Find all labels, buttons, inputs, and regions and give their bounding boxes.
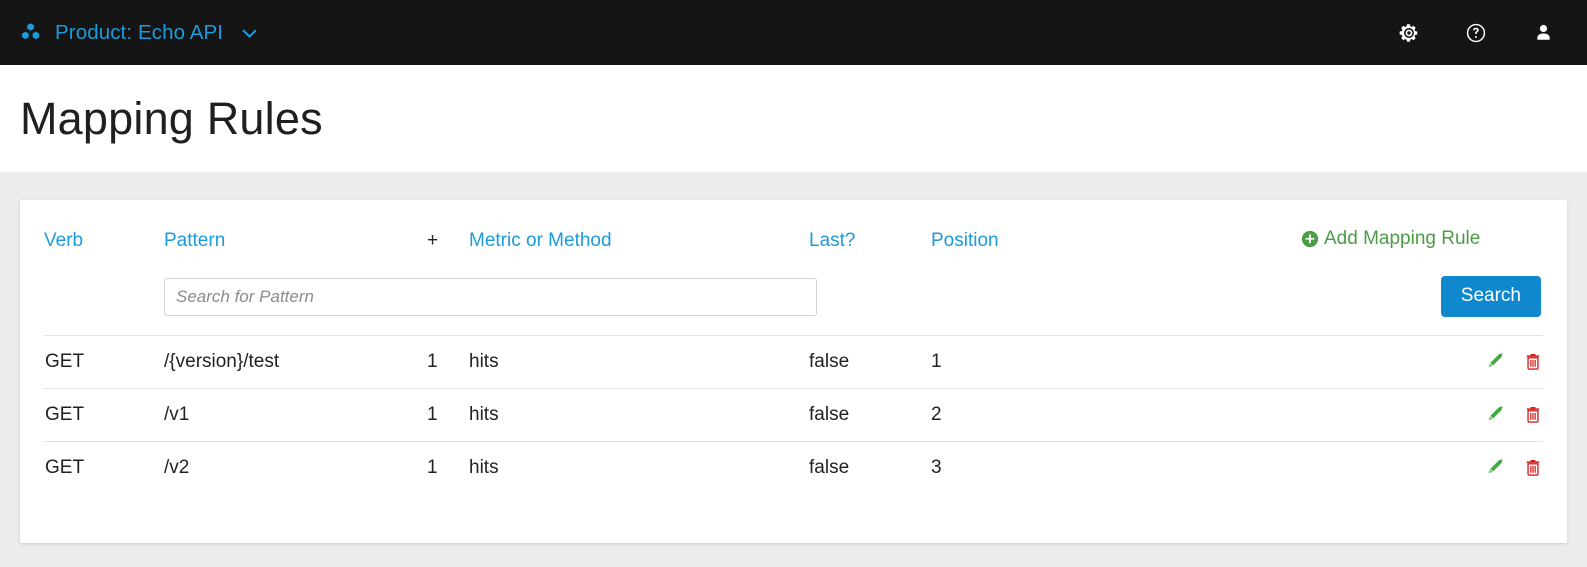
page-title: Mapping Rules [20, 96, 323, 141]
top-navigation-bar: Product: Echo API [0, 0, 1587, 65]
table-row[interactable]: GET /{version}/test 1 hits false 1 [44, 336, 1543, 389]
search-input[interactable] [164, 278, 817, 316]
cell-plus-count: 1 [427, 389, 469, 442]
cell-last: false [809, 442, 931, 495]
table-head: Verb Pattern + Metric or Method Last? Po… [44, 200, 1543, 336]
add-mapping-rule-button[interactable]: Add Mapping Rule [1301, 228, 1482, 250]
cell-verb: GET [44, 442, 164, 495]
pencil-icon[interactable] [1486, 458, 1506, 478]
plus-circle-icon [1301, 230, 1319, 248]
cell-last: false [809, 389, 931, 442]
table-row[interactable]: GET /v2 1 hits false 3 [44, 442, 1543, 495]
column-header-position[interactable]: Position [931, 200, 1301, 276]
column-header-last[interactable]: Last? [809, 200, 931, 276]
cell-plus-count: 1 [427, 336, 469, 389]
cell-plus-count: 1 [427, 442, 469, 495]
table-search-row: Search [44, 276, 1543, 336]
search-button-cell: Search [931, 276, 1543, 336]
content-area: Verb Pattern + Metric or Method Last? Po… [0, 172, 1587, 543]
column-header-metric-or-method[interactable]: Metric or Method [469, 200, 809, 276]
column-header-plus: + [427, 200, 469, 276]
chevron-down-icon [240, 24, 258, 42]
cell-verb: GET [44, 336, 164, 389]
table-row[interactable]: GET /v1 1 hits false 2 [44, 389, 1543, 442]
pencil-icon[interactable] [1486, 405, 1506, 425]
cell-pattern: /{version}/test [164, 336, 427, 389]
trash-icon[interactable] [1523, 458, 1543, 478]
page-title-band: Mapping Rules [0, 65, 1587, 172]
product-selector-label: Product: Echo API [55, 21, 223, 45]
cell-metric-or-method: hits [469, 442, 809, 495]
search-row-spacer [44, 276, 164, 336]
gear-icon[interactable] [1397, 21, 1421, 45]
pencil-icon[interactable] [1486, 352, 1506, 372]
column-header-actions: Add Mapping Rule [1301, 200, 1543, 276]
search-button[interactable]: Search [1441, 276, 1541, 317]
cell-metric-or-method: hits [469, 336, 809, 389]
column-header-pattern[interactable]: Pattern [164, 200, 427, 276]
trash-icon[interactable] [1523, 352, 1543, 372]
cell-position: 1 [931, 336, 1301, 389]
cubes-icon [18, 20, 44, 46]
user-icon[interactable] [1531, 21, 1555, 45]
table-header-row: Verb Pattern + Metric or Method Last? Po… [44, 200, 1543, 276]
cell-last: false [809, 336, 931, 389]
cell-actions [1301, 336, 1543, 389]
cell-actions [1301, 442, 1543, 495]
cell-metric-or-method: hits [469, 389, 809, 442]
cell-pattern: /v1 [164, 389, 427, 442]
trash-icon[interactable] [1523, 405, 1543, 425]
cell-pattern: /v2 [164, 442, 427, 495]
cell-actions [1301, 389, 1543, 442]
mapping-rules-table: Verb Pattern + Metric or Method Last? Po… [44, 200, 1543, 494]
table-body: GET /{version}/test 1 hits false 1 [44, 336, 1543, 495]
cell-position: 3 [931, 442, 1301, 495]
top-nav-actions [1397, 21, 1565, 45]
help-circle-icon[interactable] [1464, 21, 1488, 45]
search-input-cell [164, 276, 931, 336]
mapping-rules-card: Verb Pattern + Metric or Method Last? Po… [20, 200, 1567, 543]
cell-verb: GET [44, 389, 164, 442]
column-header-verb[interactable]: Verb [44, 200, 164, 276]
cell-position: 2 [931, 389, 1301, 442]
product-selector[interactable]: Product: Echo API [18, 20, 258, 46]
add-mapping-rule-label: Add Mapping Rule [1324, 228, 1480, 250]
